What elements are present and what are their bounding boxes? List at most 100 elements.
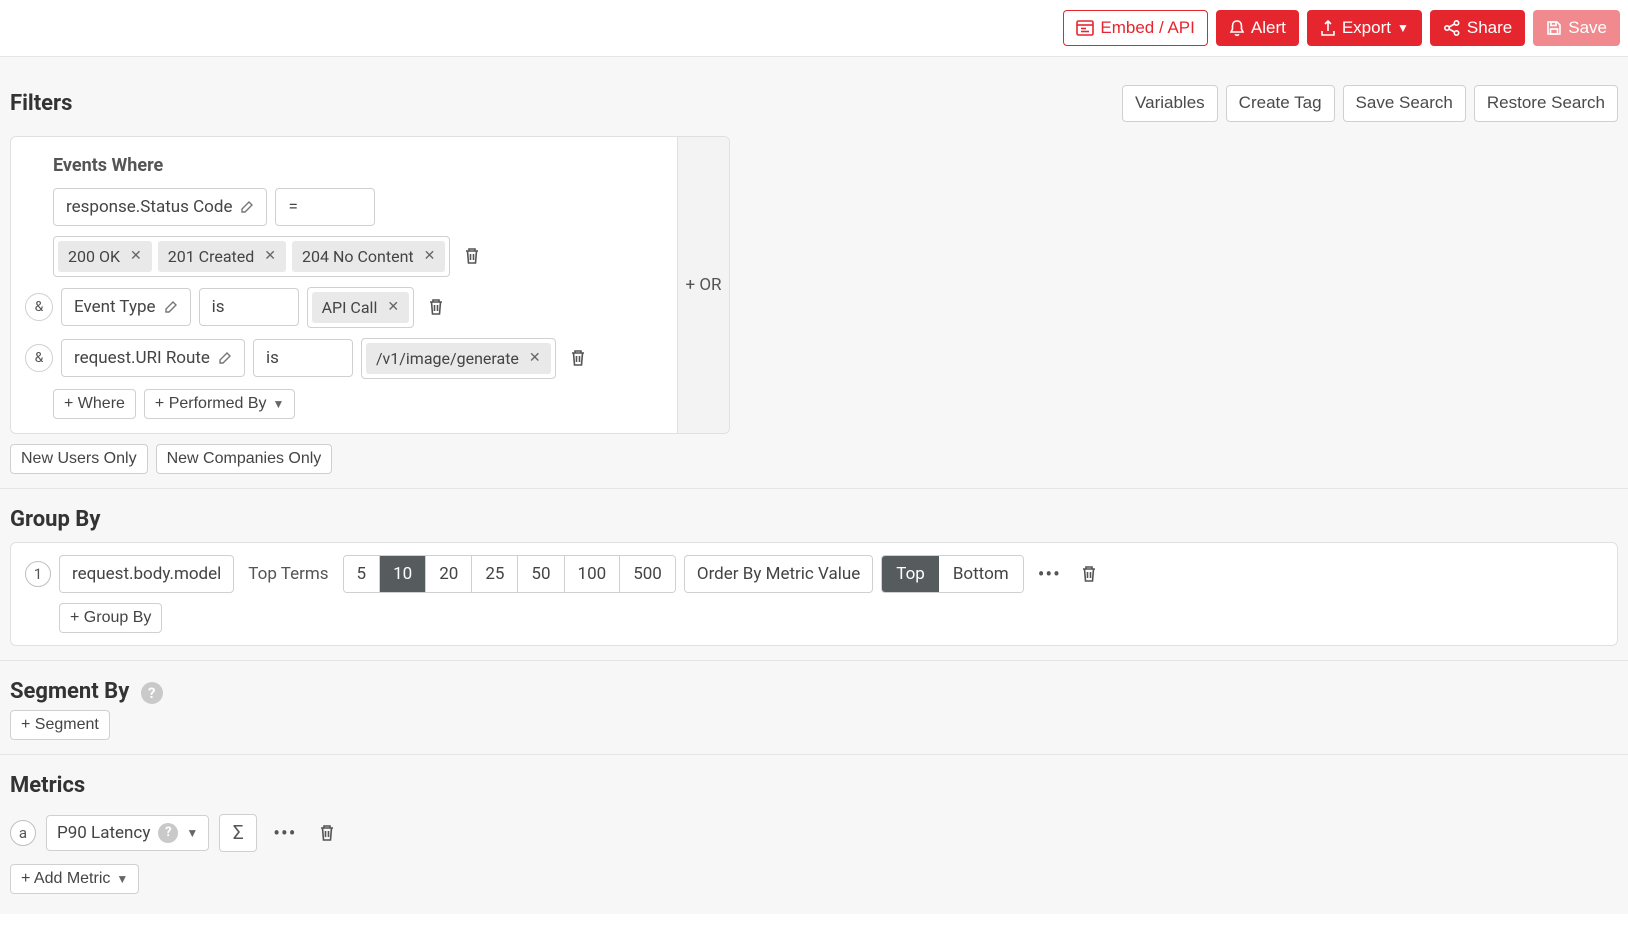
filter-row: response.Status Code = [53,188,663,226]
caret-down-icon: ▼ [273,397,285,411]
group-by-index: 1 [25,561,51,587]
filter-row: & request.URI Route is /v1/image/generat… [25,338,663,379]
alert-button[interactable]: Alert [1216,10,1299,46]
alert-label: Alert [1251,18,1286,38]
filters-header: Filters Variables Create Tag Save Search… [10,67,1618,135]
export-button[interactable]: Export ▼ [1307,10,1422,46]
caret-down-icon: ▼ [1397,21,1409,35]
segment-by-title: Segment By ? [10,679,163,704]
delete-group-by-button[interactable] [1075,560,1103,588]
group-by-title: Group By [10,507,100,532]
help-icon[interactable]: ? [141,682,163,704]
export-icon [1320,19,1336,37]
remove-icon[interactable]: ✕ [424,248,436,264]
filter-operator[interactable]: is [199,288,299,326]
add-metric-button[interactable]: + Add Metric ▼ [10,864,139,894]
filter-values[interactable]: API Call ✕ [307,287,414,328]
operator-label: = [288,197,297,217]
group-by-field[interactable]: request.body.model [59,555,234,593]
pencil-icon [240,200,254,214]
order-by-select[interactable]: Order By Metric Value [684,555,873,593]
caret-down-icon: ▼ [186,826,198,840]
save-icon [1546,20,1562,36]
delete-filter-button[interactable] [422,293,450,321]
top-terms-option[interactable]: 50 [518,556,564,592]
filter-value-token[interactable]: 204 No Content ✕ [292,241,445,272]
metric-select[interactable]: P90 Latency ? ▼ [46,815,209,851]
new-companies-only-button[interactable]: New Companies Only [156,444,333,474]
metric-row: a P90 Latency ? ▼ Σ ••• [10,814,1618,852]
remove-icon[interactable]: ✕ [264,248,276,264]
bell-icon [1229,19,1245,37]
operator-label: is [266,348,279,368]
top-terms-option[interactable]: 5 [344,556,381,592]
sigma-button[interactable]: Σ [219,814,257,852]
add-group-by-button[interactable]: + Group By [59,603,162,633]
pencil-icon [218,351,232,365]
embed-icon [1076,20,1094,36]
top-toolbar: Embed / API Alert Export ▼ [0,0,1628,57]
field-label: Event Type [74,297,156,317]
filter-field[interactable]: Event Type [61,288,191,326]
share-button[interactable]: Share [1430,10,1525,46]
variables-button[interactable]: Variables [1122,85,1218,121]
filter-values[interactable]: 200 OK ✕ 201 Created ✕ 204 No Content ✕ [53,236,450,277]
create-tag-button[interactable]: Create Tag [1226,85,1335,121]
filter-add-row: + Where + Performed By ▼ [53,389,663,419]
delete-filter-button[interactable] [564,344,592,372]
new-users-only-button[interactable]: New Users Only [10,444,148,474]
filter-values-row: 200 OK ✕ 201 Created ✕ 204 No Content ✕ [53,236,663,277]
help-icon[interactable]: ? [158,823,178,843]
delete-filter-button[interactable] [458,242,486,270]
remove-icon[interactable]: ✕ [387,299,399,315]
share-label: Share [1467,18,1512,38]
filter-operator[interactable]: = [275,188,375,226]
top-option[interactable]: Top [882,556,939,592]
metrics-header: Metrics [10,755,1618,806]
filter-value-token[interactable]: 200 OK ✕ [58,241,152,272]
top-terms-label: Top Terms [242,564,334,584]
bottom-option[interactable]: Bottom [939,556,1023,592]
add-or-button[interactable]: + OR [677,137,729,433]
save-button[interactable]: Save [1533,10,1620,46]
delete-metric-button[interactable] [313,819,341,847]
top-terms-option[interactable]: 500 [620,556,675,592]
top-terms-option[interactable]: 100 [565,556,621,592]
segment-by-header: Segment By ? [10,661,1618,710]
add-segment-button[interactable]: + Segment [10,710,110,740]
add-performed-by-button[interactable]: + Performed By ▼ [144,389,296,419]
and-operator-chip[interactable]: & [25,344,53,372]
filter-block: Events Where response.Status Code = 200 … [10,136,730,434]
group-by-block: 1 request.body.model Top Terms 5 10 20 2… [10,542,1618,646]
add-where-button[interactable]: + Where [53,389,136,419]
filter-field[interactable]: request.URI Route [61,339,245,377]
restore-search-button[interactable]: Restore Search [1474,85,1618,121]
top-terms-option[interactable]: 10 [380,556,426,592]
filter-value-token[interactable]: 201 Created ✕ [158,241,286,272]
filter-value-token[interactable]: /v1/image/generate ✕ [366,343,551,374]
top-terms-options: 5 10 20 25 50 100 500 [343,555,676,593]
metrics-title: Metrics [10,773,85,798]
remove-icon[interactable]: ✕ [130,248,142,264]
share-icon [1443,19,1461,37]
filter-operator[interactable]: is [253,339,353,377]
save-label: Save [1568,18,1607,38]
remove-icon[interactable]: ✕ [529,350,541,366]
top-terms-option[interactable]: 25 [472,556,518,592]
group-by-row: 1 request.body.model Top Terms 5 10 20 2… [25,555,1603,593]
filter-field[interactable]: response.Status Code [53,188,267,226]
embed-api-button[interactable]: Embed / API [1063,10,1208,46]
save-search-button[interactable]: Save Search [1343,85,1466,121]
and-operator-chip[interactable]: & [25,293,53,321]
top-terms-option[interactable]: 20 [426,556,472,592]
more-options-button[interactable]: ••• [1032,562,1067,586]
filters-title: Filters [10,91,72,116]
operator-label: is [212,297,225,317]
pencil-icon [164,300,178,314]
more-options-button[interactable]: ••• [267,821,302,845]
filter-value-token[interactable]: API Call ✕ [312,292,409,323]
caret-down-icon: ▼ [116,872,128,886]
events-where-label: Events Where [53,155,663,176]
filter-values[interactable]: /v1/image/generate ✕ [361,338,556,379]
filter-row: & Event Type is API Call ✕ [25,287,663,328]
